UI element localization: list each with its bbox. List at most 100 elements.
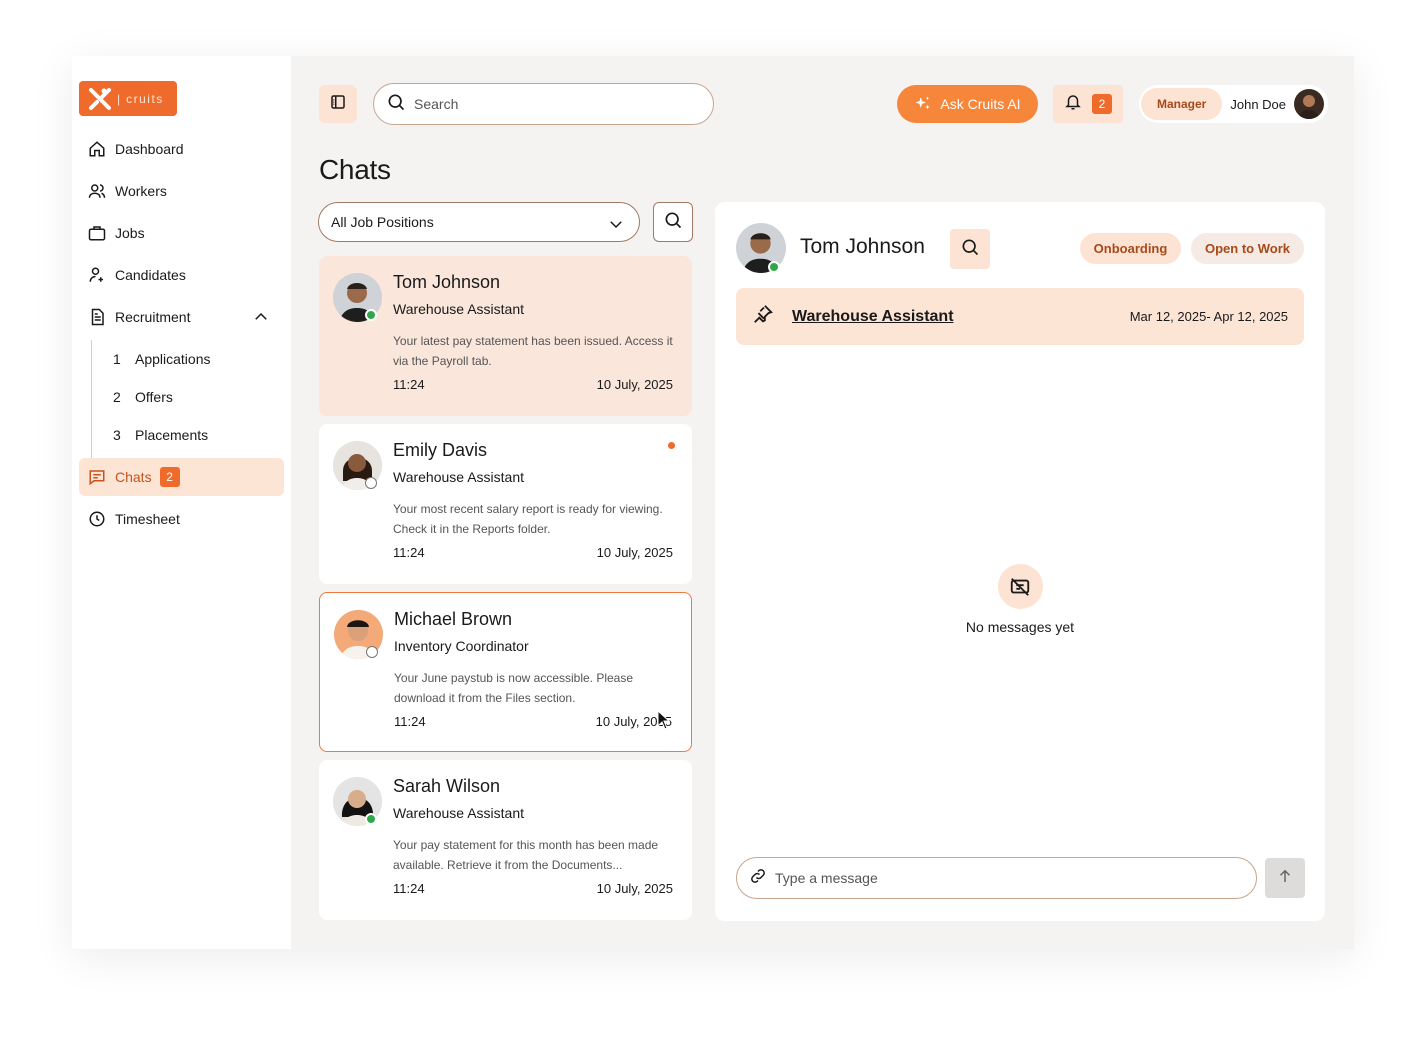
chat-last-message: Your latest pay statement has been issue…	[393, 334, 673, 368]
submenu-label: Applications	[135, 351, 211, 367]
chat-last-message: Your pay statement for this month has be…	[393, 838, 659, 872]
search-icon	[663, 210, 683, 235]
sidebar-item-placements[interactable]: 3 Placements	[113, 416, 284, 454]
chat-contact-name: Tom Johnson	[393, 272, 501, 292]
attachment-link-icon[interactable]	[749, 867, 767, 890]
sidebar-item-dashboard[interactable]: Dashboard	[79, 130, 284, 168]
logo[interactable]: | cruits	[79, 81, 177, 116]
toggle-sidebar-button[interactable]	[319, 85, 357, 123]
status-tag-onboarding: Onboarding	[1080, 233, 1181, 264]
chat-list-item[interactable]: Emily Davis Warehouse Assistant Your mos…	[319, 424, 692, 584]
chat-time: 11:24	[393, 545, 425, 560]
sidebar-item-label: Dashboard	[115, 141, 184, 157]
sidebar-item-timesheet[interactable]: Timesheet	[79, 500, 284, 538]
sidebar-item-offers[interactable]: 2 Offers	[113, 378, 284, 416]
message-input[interactable]	[775, 870, 1235, 886]
logo-text: cruits	[126, 91, 164, 106]
user-plus-icon	[87, 265, 107, 285]
sidebar-item-label: Jobs	[115, 225, 145, 241]
conversation-search-button[interactable]	[950, 229, 990, 269]
pinned-job-link[interactable]: Warehouse Assistant	[792, 308, 954, 326]
sidebar-item-applications[interactable]: 1 Applications	[113, 340, 284, 378]
online-status-indicator	[365, 813, 377, 825]
chat-contact-name: Emily Davis	[393, 440, 488, 460]
chat-meta: 11:24 10 July, 2025	[393, 881, 673, 896]
chat-contact-name: Michael Brown	[394, 609, 513, 629]
mouse-cursor-icon	[657, 709, 671, 735]
submenu-number: 1	[113, 351, 121, 367]
sidebar-item-label: Timesheet	[115, 511, 180, 527]
conversation-panel: Tom Johnson Onboarding Open to Work Ware…	[715, 202, 1325, 921]
unread-indicator	[668, 442, 675, 449]
user-name: John Doe	[1230, 96, 1287, 112]
filter-selected-value: All Job Positions	[331, 214, 434, 230]
ask-ai-label: Ask Cruits AI	[940, 96, 1021, 112]
empty-state: No messages yet	[715, 564, 1325, 635]
sidebar-item-candidates[interactable]: Candidates	[79, 256, 284, 294]
home-icon	[87, 139, 107, 159]
chat-meta: 11:24 10 July, 2025	[393, 377, 673, 392]
status-tag-open-to-work: Open to Work	[1191, 233, 1304, 264]
global-search	[373, 83, 714, 125]
chat-contact-role: Inventory Coordinator	[394, 638, 529, 654]
notifications-badge: 2	[1092, 94, 1112, 114]
main-content: Ask Cruits AI 2 Manager John Doe Chats A…	[291, 56, 1354, 949]
pinned-job-dates: Mar 12, 2025- Apr 12, 2025	[1129, 309, 1288, 324]
sidebar-nav: Dashboard Workers Jobs Candidates Recrui…	[79, 130, 284, 542]
offline-status-indicator	[365, 477, 377, 489]
sidebar-item-label: Candidates	[115, 267, 186, 283]
sidebar-item-chats[interactable]: Chats 2	[79, 458, 284, 496]
ask-ai-button[interactable]: Ask Cruits AI	[897, 85, 1038, 123]
pinned-job-bar: Warehouse Assistant Mar 12, 2025- Apr 12…	[736, 288, 1304, 345]
job-position-filter[interactable]: All Job Positions	[318, 202, 640, 242]
send-button[interactable]	[1265, 858, 1305, 898]
sparkles-icon	[914, 95, 932, 113]
sidebar-item-label: Recruitment	[115, 309, 191, 325]
offline-status-indicator	[366, 646, 378, 658]
online-status-indicator	[365, 309, 377, 321]
sidebar-item-recruitment[interactable]: Recruitment	[79, 298, 284, 336]
pin-icon	[752, 303, 774, 330]
chats-count-badge: 2	[159, 467, 180, 487]
sidebar-item-jobs[interactable]: Jobs	[79, 214, 284, 252]
bell-icon	[1064, 93, 1082, 116]
chat-date: 10 July, 2025	[596, 545, 673, 560]
chat-contact-name: Sarah Wilson	[393, 776, 501, 796]
arrow-up-icon	[1276, 867, 1294, 890]
user-profile-menu[interactable]: Manager John Doe	[1139, 85, 1328, 123]
sidebar: | cruits Dashboard Workers Jobs Candidat…	[72, 56, 291, 949]
chevron-up-icon[interactable]	[252, 308, 270, 329]
page-title: Chats	[319, 154, 391, 185]
sidebar-item-workers[interactable]: Workers	[79, 172, 284, 210]
submenu-label: Placements	[135, 427, 209, 443]
message-composer	[736, 857, 1257, 899]
online-status-indicator	[768, 261, 780, 273]
app-window: | cruits Dashboard Workers Jobs Candidat…	[72, 56, 1354, 949]
chat-list-item[interactable]: Tom Johnson Warehouse Assistant Your lat…	[319, 256, 692, 416]
chat-icon	[87, 467, 107, 487]
logo-divider: |	[117, 91, 121, 106]
chat-time: 11:24	[393, 881, 425, 896]
briefcase-icon	[87, 223, 107, 243]
chat-meta: 11:24 10 July, 2025	[393, 545, 673, 560]
chat-contact-role: Warehouse Assistant	[393, 805, 524, 821]
role-badge: Manager	[1141, 88, 1223, 120]
recruitment-submenu: 1 Applications 2 Offers 3 Placements	[91, 340, 284, 458]
chat-search-button[interactable]	[653, 202, 693, 242]
chat-date: 10 July, 2025	[596, 377, 673, 392]
logo-mark-icon	[87, 86, 113, 112]
no-messages-icon	[997, 564, 1043, 609]
search-icon	[960, 237, 980, 262]
chat-meta: 11:24 10 July, 2025	[394, 714, 672, 729]
document-icon	[87, 307, 107, 327]
sidebar-item-label: Workers	[115, 183, 167, 199]
chat-time: 11:24	[393, 377, 425, 392]
avatar	[1294, 89, 1325, 119]
chat-list-item[interactable]: Sarah Wilson Warehouse Assistant Your pa…	[319, 760, 692, 920]
search-input[interactable]	[414, 96, 694, 112]
chat-list-item[interactable]: Michael Brown Inventory Coordinator Your…	[319, 592, 692, 752]
search-icon	[386, 92, 406, 117]
chat-last-message: Your June paystub is now accessible. Ple…	[394, 671, 634, 705]
chat-last-message: Your most recent salary report is ready …	[393, 502, 663, 536]
notifications-button[interactable]: 2	[1053, 85, 1123, 123]
